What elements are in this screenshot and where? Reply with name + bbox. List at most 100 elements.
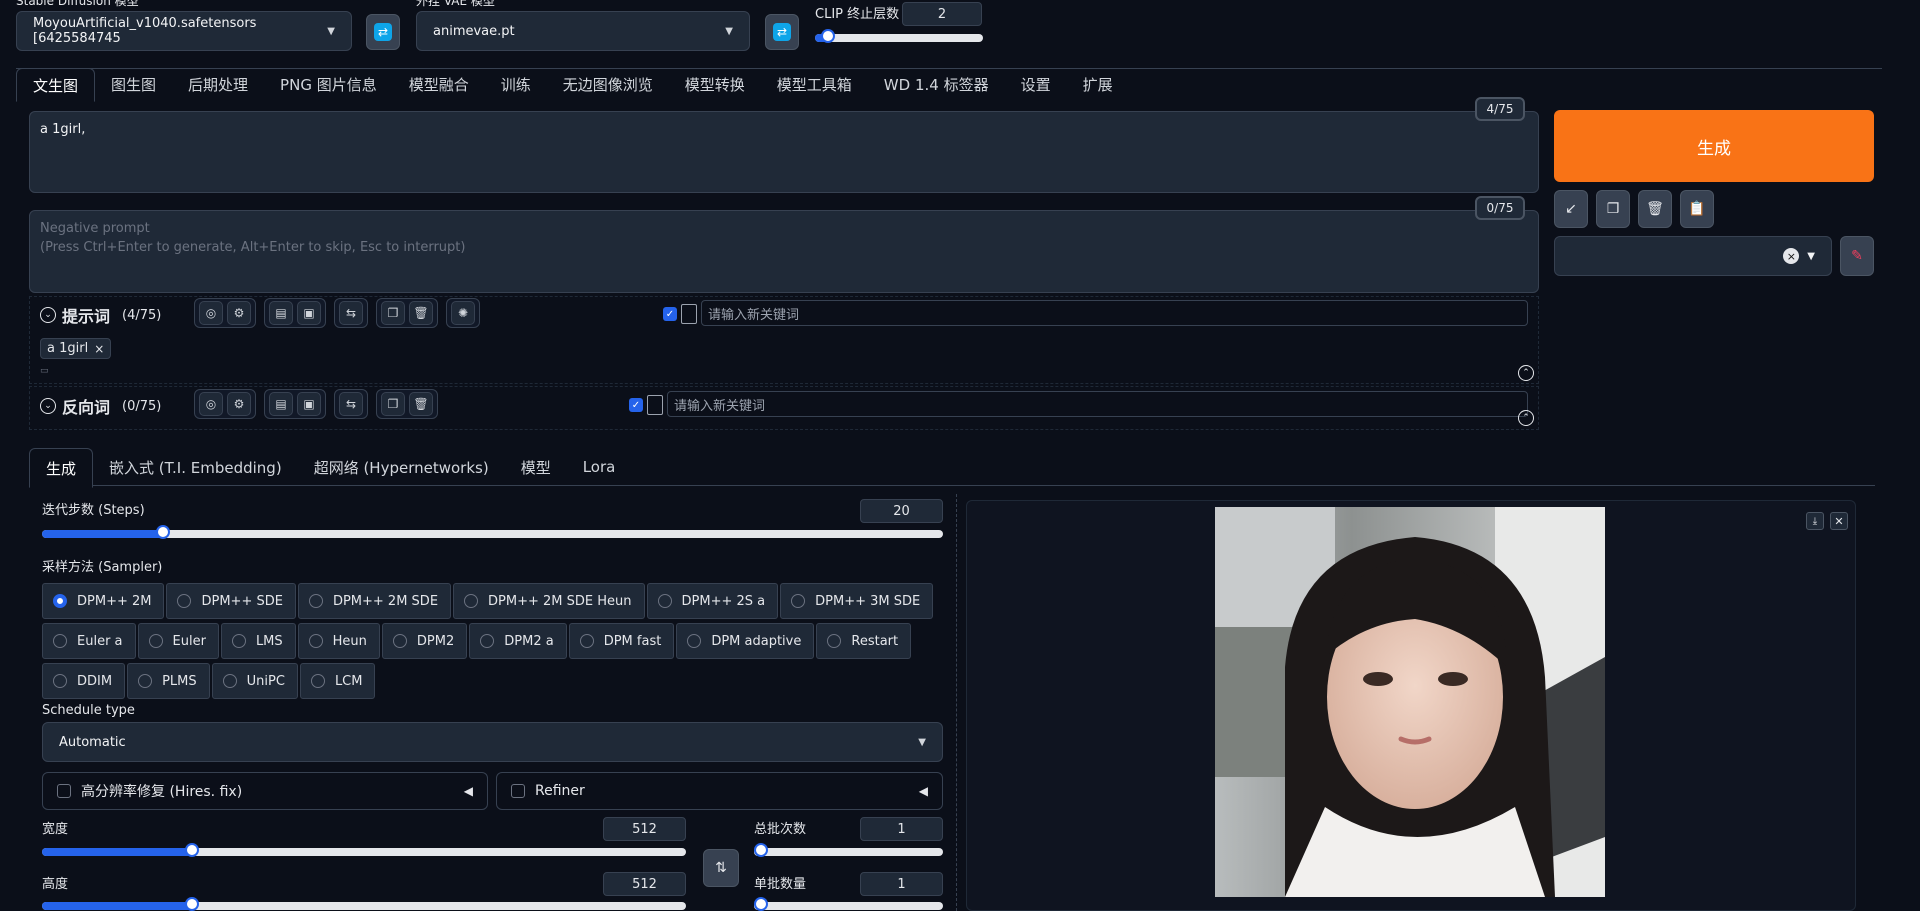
sampler-option[interactable]: PLMS (127, 663, 210, 699)
clear-icon[interactable]: × (1783, 248, 1800, 264)
sampler-option[interactable]: DPM++ 2M SDE Heun (453, 583, 645, 619)
width-number[interactable]: 512 (603, 817, 686, 841)
copy-icon[interactable]: ❐ (381, 392, 405, 416)
paste-button[interactable]: ❐ (1596, 190, 1630, 228)
close-icon[interactable]: ✕ (1830, 512, 1848, 530)
negative-helper-header[interactable]: ⌄ 反向词 (0/75) (40, 394, 161, 418)
bookmark-icon[interactable]: ▣ (297, 392, 321, 416)
sampler-option[interactable]: DPM++ 2M SDE (297, 583, 452, 619)
history-icon[interactable]: ▤ (269, 301, 293, 325)
prompt-tag[interactable]: a 1girl × (40, 338, 112, 359)
styles-dropdown[interactable]: × ▼ (1554, 236, 1832, 276)
clip-skip-slider[interactable] (815, 29, 983, 43)
close-icon[interactable]: × (94, 342, 104, 356)
radio-icon[interactable] (308, 634, 323, 648)
radio-icon[interactable] (308, 594, 323, 608)
batch-count-number[interactable]: 1 (860, 817, 943, 841)
edit-styles-button[interactable]: ✎ (1840, 236, 1874, 276)
prompt-helper-header[interactable]: ⌄ 提示词 (4/75) (40, 303, 161, 327)
batch-size-slider[interactable] (754, 897, 943, 911)
input-toggle-icon[interactable] (647, 395, 663, 415)
subtab-generation[interactable]: 生成 (29, 448, 94, 488)
sd-model-dropdown[interactable]: MoyouArtificial_v1040.safetensors [64255… (16, 11, 352, 51)
radio-icon[interactable] (480, 634, 495, 648)
openai-icon[interactable]: ✺ (451, 301, 475, 325)
sampler-option[interactable]: Restart (816, 623, 912, 659)
radio-icon[interactable] (827, 634, 842, 648)
prompt-textarea[interactable]: a 1girl, (29, 111, 1539, 193)
sd-model-refresh-button[interactable]: ⇄ (366, 14, 400, 50)
radio-icon[interactable] (791, 594, 806, 608)
steps-number[interactable]: 20 (860, 499, 943, 523)
generated-image[interactable] (1215, 507, 1605, 897)
sampler-option[interactable]: UniPC (211, 663, 298, 699)
tab-model-toolkit[interactable]: 模型工具箱 (761, 68, 868, 100)
tab-img2img[interactable]: 图生图 (95, 68, 172, 100)
radio-icon[interactable] (231, 634, 246, 648)
refiner-checkbox[interactable] (511, 784, 525, 798)
steps-slider[interactable] (42, 525, 943, 539)
radio-icon[interactable] (687, 634, 702, 648)
sampler-option[interactable]: DPM2 a (469, 623, 567, 659)
translate-icon[interactable]: ⇆ (339, 392, 363, 416)
gear-icon[interactable]: ⚙ (227, 301, 251, 325)
sampler-option[interactable]: Heun (297, 623, 380, 659)
tab-extensions[interactable]: 扩展 (1067, 68, 1129, 100)
sampler-option[interactable]: DPM++ SDE (166, 583, 296, 619)
trash-icon[interactable]: 🗑 (409, 301, 433, 325)
sampler-option[interactable]: DPM adaptive (676, 623, 815, 659)
radio-icon[interactable] (138, 674, 153, 688)
height-slider[interactable] (42, 897, 686, 911)
tab-extras[interactable]: 后期处理 (172, 68, 264, 100)
radio-icon[interactable] (310, 674, 325, 688)
subtab-embedding[interactable]: 嵌入式 (T.I. Embedding) (93, 448, 298, 486)
keyword-input[interactable]: 请输入新关键词 (701, 300, 1528, 326)
radio-icon[interactable] (53, 594, 67, 608)
radio-icon[interactable] (148, 634, 163, 648)
clear-prompt-button[interactable]: 🗑 (1638, 190, 1672, 228)
negative-prompt-textarea[interactable]: Negative prompt (Press Ctrl+Enter to gen… (29, 210, 1539, 293)
clip-skip-number[interactable]: 2 (902, 2, 982, 26)
sampler-option[interactable]: DPM++ 2M (42, 583, 165, 619)
batch-count-slider[interactable] (754, 843, 943, 857)
generate-button[interactable]: 生成 (1554, 110, 1874, 182)
radio-icon[interactable] (657, 594, 672, 608)
width-slider[interactable] (42, 843, 686, 857)
sampler-option[interactable]: Euler (137, 623, 219, 659)
tab-settings[interactable]: 设置 (1005, 68, 1067, 100)
input-toggle-icon[interactable] (681, 304, 697, 324)
collapse-up-icon[interactable]: ⌃ (1518, 410, 1534, 426)
sampler-option[interactable]: DPM2 (381, 623, 468, 659)
neg-keyword-input[interactable]: 请输入新关键词 (667, 391, 1528, 417)
sampler-option[interactable]: DPM++ 2S a (646, 583, 779, 619)
batch-size-number[interactable]: 1 (860, 872, 943, 896)
refiner-accordion[interactable]: Refiner ◀ (496, 772, 943, 810)
sampler-option[interactable]: LMS (220, 623, 296, 659)
trash-icon[interactable]: 🗑 (409, 392, 433, 416)
copy-icon[interactable]: ❐ (381, 301, 405, 325)
checkbox-checked-icon[interactable]: ✓ (629, 398, 643, 412)
sampler-option[interactable]: LCM (299, 663, 376, 699)
hires-fix-accordion[interactable]: 高分辨率修复 (Hires. fix) ◀ (42, 772, 488, 810)
subtab-hypernetworks[interactable]: 超网络 (Hypernetworks) (298, 448, 505, 486)
radio-icon[interactable] (222, 674, 237, 688)
translate-icon[interactable]: ⇆ (339, 301, 363, 325)
radio-icon[interactable] (464, 594, 479, 608)
history-icon[interactable]: ▤ (269, 392, 293, 416)
sampler-option[interactable]: DPM fast (568, 623, 675, 659)
sampler-option[interactable]: Euler a (42, 623, 136, 659)
radio-icon[interactable] (579, 634, 594, 648)
sampler-option[interactable]: DPM++ 3M SDE (780, 583, 934, 619)
download-icon[interactable]: ⤓ (1806, 512, 1824, 530)
vae-dropdown[interactable]: animevae.pt ▼ (416, 11, 750, 51)
tab-model-converter[interactable]: 模型转换 (669, 68, 761, 100)
styles-button[interactable]: 📋 (1680, 190, 1714, 228)
globe-icon[interactable]: ◎ (199, 301, 223, 325)
collapse-up-icon[interactable]: ⌃ (1518, 365, 1534, 381)
radio-icon[interactable] (53, 634, 67, 648)
globe-icon[interactable]: ◎ (199, 392, 223, 416)
subtab-lora[interactable]: Lora (567, 448, 632, 486)
gear-icon[interactable]: ⚙ (227, 392, 251, 416)
bookmark-icon[interactable]: ▣ (297, 301, 321, 325)
hires-fix-checkbox[interactable] (57, 784, 71, 798)
